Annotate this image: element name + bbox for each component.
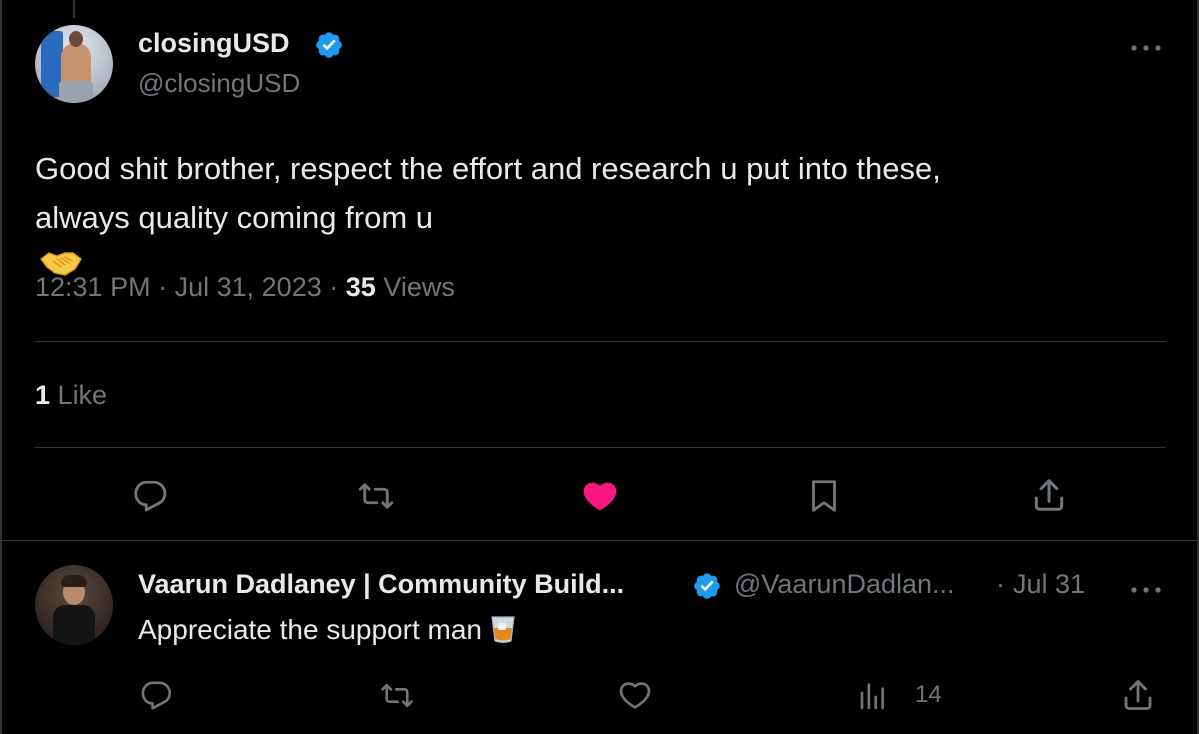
bookmark-icon[interactable] xyxy=(806,477,842,515)
tweet-date[interactable]: Jul 31, 2023 xyxy=(175,272,322,302)
thread-connector-line xyxy=(73,0,75,18)
verified-badge-icon xyxy=(314,30,344,60)
reply-date[interactable]: Jul 31 xyxy=(1013,569,1085,600)
likes-label: Like xyxy=(57,380,108,410)
reply-text-content: Appreciate the support man xyxy=(138,614,482,645)
more-options-icon[interactable] xyxy=(1128,40,1164,51)
views-icon[interactable] xyxy=(856,679,890,712)
views-count: 35 xyxy=(345,272,376,302)
reply-author-handle[interactable]: @VaarunDadlan... xyxy=(734,569,955,600)
likes-count: 1 xyxy=(35,380,51,410)
share-icon[interactable] xyxy=(1030,476,1068,514)
meta-separator: · xyxy=(158,272,168,302)
like-icon[interactable] xyxy=(617,679,653,712)
likes-summary[interactable]: 1 Like xyxy=(35,380,107,411)
like-icon[interactable] xyxy=(580,478,620,514)
retweet-icon[interactable] xyxy=(378,679,416,712)
tweet-text-line-1: Good shit brother, respect the effort an… xyxy=(35,151,941,186)
reply-views-count: 14 xyxy=(915,681,942,708)
tweet-time[interactable]: 12:31 PM xyxy=(35,272,151,302)
divider xyxy=(35,341,1166,342)
author-display-name[interactable]: closingUSD xyxy=(138,28,290,59)
verified-badge-icon xyxy=(692,571,722,601)
reply-icon[interactable] xyxy=(130,477,170,513)
meta-separator: · xyxy=(329,272,339,302)
more-options-icon[interactable] xyxy=(1128,582,1164,593)
reply-icon[interactable] xyxy=(138,678,174,711)
author-handle[interactable]: @closingUSD xyxy=(138,68,300,99)
reply-text: Appreciate the support man xyxy=(138,612,516,648)
handshake-emoji-icon xyxy=(39,242,83,276)
reply-author-display-name[interactable]: Vaarun Dadlaney | Community Build... xyxy=(138,569,624,600)
tweet-text-line-2: always quality coming from u xyxy=(35,193,1155,276)
reply-author-avatar[interactable] xyxy=(35,565,113,645)
share-icon[interactable] xyxy=(1120,677,1156,713)
tumbler-glass-emoji-icon xyxy=(490,614,516,644)
divider xyxy=(0,540,1199,541)
tweet-metadata: 12:31 PM · Jul 31, 2023 · 35 Views xyxy=(35,272,455,303)
author-avatar[interactable] xyxy=(35,25,113,103)
retweet-icon[interactable] xyxy=(355,478,397,514)
views-label: Views xyxy=(383,272,455,302)
divider xyxy=(35,447,1166,448)
tweet-text: Good shit brother, respect the effort an… xyxy=(35,144,1155,276)
meta-separator: · xyxy=(996,569,1005,599)
